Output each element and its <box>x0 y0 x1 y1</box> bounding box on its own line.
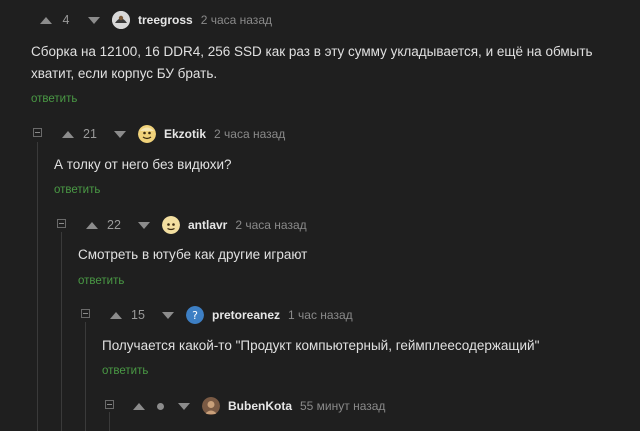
comment-header: 4 treegross 2 часа назад <box>40 10 272 30</box>
username[interactable]: pretoreanez <box>212 308 280 322</box>
downvote-icon[interactable] <box>138 221 150 229</box>
rating-hidden-dot <box>157 402 164 410</box>
comment-time: 2 часа назад <box>235 218 307 232</box>
comment-header: 15 ? pretoreanez 1 час назад <box>110 305 353 325</box>
comment-time: 2 часа назад <box>214 127 286 141</box>
user-avatar[interactable] <box>162 216 180 234</box>
reply-link[interactable]: ответить <box>54 184 100 196</box>
comment-text-line: хватит, если корпус БУ брать. <box>31 66 218 81</box>
comment-text: Сборка на 12100, 16 DDR4, 256 SSD как ра… <box>31 41 631 85</box>
collapse-toggle[interactable] <box>81 309 90 318</box>
comments-thread: 4 treegross 2 часа назад Сборка на 12100… <box>0 0 640 431</box>
username[interactable]: antlavr <box>188 218 227 232</box>
comment-rating: 22 <box>107 218 121 232</box>
downvote-icon[interactable] <box>114 130 126 138</box>
thread-line <box>37 142 38 431</box>
comment-text: А толку от него без видюхи? <box>54 157 232 172</box>
username[interactable]: Ekzotik <box>164 127 206 141</box>
upvote-icon[interactable] <box>62 130 74 138</box>
collapse-toggle[interactable] <box>105 400 114 409</box>
user-avatar[interactable] <box>202 397 220 415</box>
comment-text: Смотреть в ютубе как другие играют <box>78 247 308 262</box>
thread-line <box>85 322 86 431</box>
upvote-icon[interactable] <box>133 402 145 410</box>
upvote-icon[interactable] <box>86 221 98 229</box>
username[interactable]: treegross <box>138 13 193 27</box>
reply-link[interactable]: ответить <box>78 275 124 287</box>
comment-rating: 21 <box>83 127 97 141</box>
downvote-icon[interactable] <box>162 311 174 319</box>
username[interactable]: BubenKota <box>228 399 292 413</box>
comment-header: 22 antlavr 2 часа назад <box>86 215 307 235</box>
comment-time: 2 часа назад <box>200 13 272 27</box>
comment-rating: 4 <box>62 13 70 27</box>
collapse-toggle[interactable] <box>33 128 42 137</box>
reply-link[interactable]: ответить <box>31 93 77 105</box>
downvote-icon[interactable] <box>178 402 190 410</box>
upvote-icon[interactable] <box>40 16 52 24</box>
comment-time: 55 минут назад <box>300 399 386 413</box>
collapse-toggle[interactable] <box>57 219 66 228</box>
comment-text-line: Сборка на 12100, 16 DDR4, 256 SSD как ра… <box>31 44 593 59</box>
user-avatar[interactable] <box>138 125 156 143</box>
comment-header: 21 Ekzotik 2 часа назад <box>62 124 285 144</box>
user-avatar[interactable] <box>112 11 130 29</box>
comment-time: 1 час назад <box>288 308 353 322</box>
user-avatar[interactable]: ? <box>186 306 204 324</box>
comment-rating: 15 <box>131 308 145 322</box>
thread-line <box>61 232 62 431</box>
upvote-icon[interactable] <box>110 311 122 319</box>
comment-header: BubenKota 55 минут назад <box>133 396 385 416</box>
comment-text: Получается какой-то "Продукт компьютерны… <box>102 338 540 353</box>
thread-line <box>109 412 110 431</box>
svg-text:?: ? <box>192 309 198 322</box>
downvote-icon[interactable] <box>88 16 100 24</box>
reply-link[interactable]: ответить <box>102 365 148 377</box>
